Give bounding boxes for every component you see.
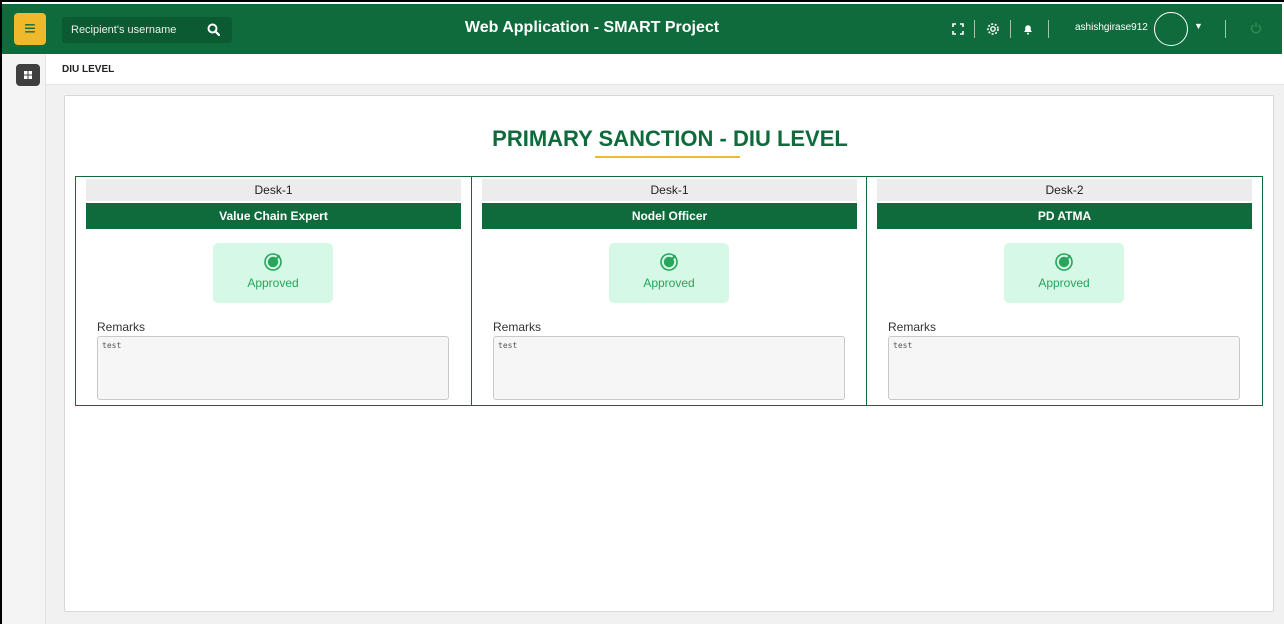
top-navbar: ≡ Web Application - SMART Project ashish… [2,4,1282,54]
status-label: Approved [247,276,299,290]
desk-label: Desk-1 [86,179,461,201]
separator [1010,20,1011,38]
dashboard-icon[interactable] [16,64,40,86]
fullscreen-icon[interactable] [950,21,966,37]
power-icon[interactable] [1249,21,1263,35]
remarks-textarea[interactable]: test [888,336,1240,400]
check-circle-icon [1055,253,1073,271]
role-title: PD ATMA [877,203,1252,229]
avatar[interactable] [1154,12,1188,46]
remarks-textarea[interactable]: test [97,336,449,400]
check-circle-icon [264,253,282,271]
status-badge: Approved [609,243,729,303]
chevron-down-icon[interactable]: ▼ [1194,21,1203,31]
username[interactable]: ashishgirase912 [1075,22,1148,33]
status-badge: Approved [1004,243,1124,303]
remarks-textarea[interactable]: test [493,336,845,400]
search-box [62,17,232,43]
check-circle-icon [660,253,678,271]
separator [1225,20,1226,38]
hamburger-icon[interactable]: ≡ [14,13,46,45]
desk-panel: Desk-1 Value Chain Expert Approved Remar… [75,176,472,406]
remarks-label: Remarks [493,320,542,334]
breadcrumb: DIU LEVEL [62,64,115,75]
settings-icon[interactable] [985,21,1001,37]
search-icon[interactable] [206,22,222,38]
status-badge: Approved [213,243,333,303]
status-label: Approved [1038,276,1090,290]
role-title: Value Chain Expert [86,203,461,229]
page-title: PRIMARY SANCTION - DIU LEVEL [492,126,848,151]
separator [1048,20,1049,38]
remarks-label: Remarks [97,320,146,334]
desk-label: Desk-2 [877,179,1252,201]
desk-label: Desk-1 [482,179,857,201]
remarks-label: Remarks [888,320,937,334]
desk-panel: Desk-2 PD ATMA Approved Remarks test [866,176,1263,406]
separator [974,20,975,38]
bell-icon[interactable] [1020,21,1036,37]
desk-panel: Desk-1 Nodel Officer Approved Remarks te… [471,176,867,406]
role-title: Nodel Officer [482,203,857,229]
status-label: Approved [643,276,695,290]
search-input[interactable] [62,17,202,43]
app-title: Web Application - SMART Project [464,19,720,36]
title-underline [595,156,740,158]
